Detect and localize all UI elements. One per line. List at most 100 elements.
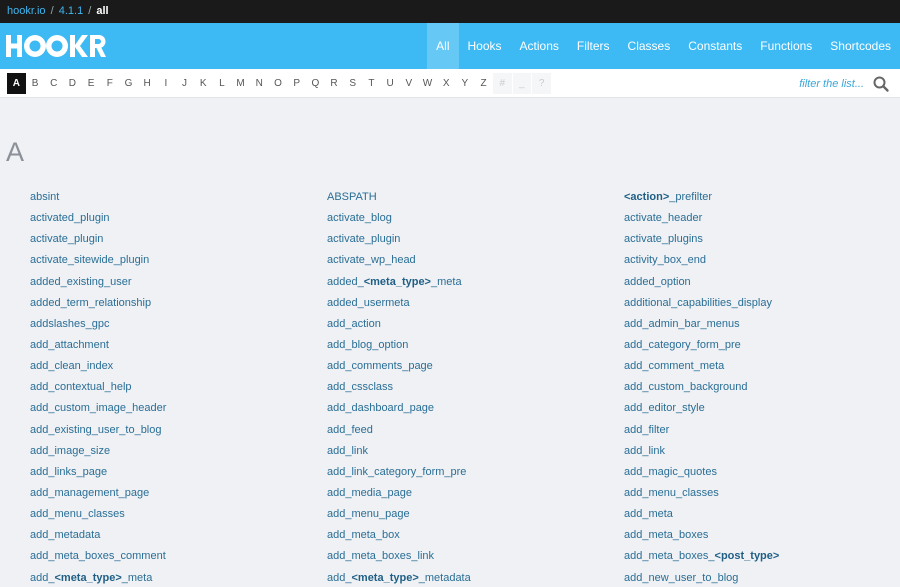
list-item[interactable]: added_usermeta	[327, 293, 607, 314]
nav-tab-constants[interactable]: Constants	[679, 23, 751, 69]
letter-l[interactable]: L	[213, 73, 232, 94]
letter-n[interactable]: N	[250, 73, 269, 94]
list-item[interactable]: add_management_page	[30, 483, 310, 504]
list-item[interactable]: add_comment_meta	[624, 356, 900, 377]
list-item[interactable]: additional_capabilities_display	[624, 293, 900, 314]
list-item[interactable]: add_meta_boxes_link	[327, 546, 607, 567]
letter-a[interactable]: A	[7, 73, 26, 94]
list-item-placeholder: <action>	[624, 191, 670, 203]
list-item[interactable]: add_cssclass	[327, 377, 607, 398]
list-item[interactable]: add_contextual_help	[30, 377, 310, 398]
letter-c[interactable]: C	[44, 73, 63, 94]
letter-underscore[interactable]: _	[512, 73, 532, 94]
list-item[interactable]: add_blog_option	[327, 335, 607, 356]
list-item[interactable]: add_clean_index	[30, 356, 310, 377]
list-item[interactable]: added_term_relationship	[30, 293, 310, 314]
list-item[interactable]: add_<meta_type>_meta	[30, 568, 310, 587]
list-item[interactable]: add_feed	[327, 420, 607, 441]
list-item[interactable]: added_<meta_type>_meta	[327, 272, 607, 293]
list-item[interactable]: add_link	[327, 441, 607, 462]
letter-w[interactable]: W	[418, 73, 437, 94]
list-item[interactable]: add_link	[624, 441, 900, 462]
letter-hash[interactable]: #	[492, 73, 512, 94]
list-item[interactable]: add_meta	[624, 504, 900, 525]
list-item[interactable]: activate_wp_head	[327, 250, 607, 271]
letter-x[interactable]: X	[437, 73, 456, 94]
list-item[interactable]: add_comments_page	[327, 356, 607, 377]
nav-tab-all[interactable]: All	[427, 23, 459, 69]
list-item[interactable]: absint	[30, 187, 310, 208]
list-item[interactable]: <action>_prefilter	[624, 187, 900, 208]
letter-d[interactable]: D	[63, 73, 82, 94]
letter-o[interactable]: O	[269, 73, 288, 94]
list-item[interactable]: addslashes_gpc	[30, 314, 310, 335]
nav-tab-shortcodes[interactable]: Shortcodes	[821, 23, 900, 69]
letter-v[interactable]: V	[399, 73, 418, 94]
list-item[interactable]: add_category_form_pre	[624, 335, 900, 356]
list-item[interactable]: add_media_page	[327, 483, 607, 504]
letter-e[interactable]: E	[82, 73, 101, 94]
list-item[interactable]: activated_plugin	[30, 208, 310, 229]
list-item[interactable]: add_metadata	[30, 525, 310, 546]
letter-g[interactable]: G	[119, 73, 138, 94]
search-icon[interactable]	[872, 75, 890, 93]
list-item-suffix: _meta	[430, 275, 462, 288]
letter-s[interactable]: S	[343, 73, 362, 94]
list-item[interactable]: add_link_category_form_pre	[327, 462, 607, 483]
list-item[interactable]: added_existing_user	[30, 272, 310, 293]
list-item[interactable]: add_admin_bar_menus	[624, 314, 900, 335]
nav-tab-filters[interactable]: Filters	[568, 23, 619, 69]
letter-j[interactable]: J	[175, 73, 194, 94]
list-item[interactable]: add_meta_boxes_<post_type>	[624, 546, 900, 567]
list-item[interactable]: add_meta_box	[327, 525, 607, 546]
letter-i[interactable]: I	[157, 73, 176, 94]
letter-b[interactable]: B	[26, 73, 45, 94]
list-item[interactable]: add_filter	[624, 420, 900, 441]
breadcrumb-version-link[interactable]: 4.1.1	[59, 5, 83, 17]
list-item[interactable]: add_dashboard_page	[327, 398, 607, 419]
list-item[interactable]: add_image_size	[30, 441, 310, 462]
letter-y[interactable]: Y	[456, 73, 475, 94]
letter-z[interactable]: Z	[474, 73, 493, 94]
letter-q[interactable]: Q	[306, 73, 325, 94]
list-item[interactable]: add_magic_quotes	[624, 462, 900, 483]
nav-tab-hooks[interactable]: Hooks	[459, 23, 511, 69]
list-item[interactable]: add_<meta_type>_metadata	[327, 568, 607, 587]
list-item[interactable]: activate_plugins	[624, 229, 900, 250]
list-item[interactable]: add_existing_user_to_blog	[30, 420, 310, 441]
letter-question[interactable]: ?	[532, 73, 551, 94]
letter-f[interactable]: F	[100, 73, 119, 94]
list-item[interactable]: add_custom_image_header	[30, 398, 310, 419]
nav-tab-classes[interactable]: Classes	[619, 23, 680, 69]
list-item[interactable]: ABSPATH	[327, 187, 607, 208]
letter-r[interactable]: R	[325, 73, 344, 94]
list-item[interactable]: add_meta_boxes	[624, 525, 900, 546]
breadcrumb-site-link[interactable]: hookr.io	[7, 5, 46, 17]
list-item[interactable]: add_action	[327, 314, 607, 335]
letter-u[interactable]: U	[381, 73, 400, 94]
list-item[interactable]: add_new_user_to_blog	[624, 568, 900, 587]
nav-tab-actions[interactable]: Actions	[511, 23, 568, 69]
list-item[interactable]: add_custom_background	[624, 377, 900, 398]
list-item[interactable]: add_links_page	[30, 462, 310, 483]
letter-p[interactable]: P	[287, 73, 306, 94]
nav-tab-functions[interactable]: Functions	[751, 23, 821, 69]
list-item[interactable]: add_editor_style	[624, 398, 900, 419]
letter-h[interactable]: H	[138, 73, 157, 94]
letter-k[interactable]: K	[194, 73, 213, 94]
letter-m[interactable]: M	[231, 73, 250, 94]
list-item[interactable]: add_menu_classes	[624, 483, 900, 504]
list-item[interactable]: activate_header	[624, 208, 900, 229]
letter-t[interactable]: T	[362, 73, 381, 94]
list-item[interactable]: add_menu_classes	[30, 504, 310, 525]
list-item[interactable]: activate_blog	[327, 208, 607, 229]
filter-input[interactable]	[780, 74, 864, 94]
list-item[interactable]: added_option	[624, 272, 900, 293]
list-item[interactable]: activity_box_end	[624, 250, 900, 271]
list-item[interactable]: add_attachment	[30, 335, 310, 356]
list-item[interactable]: activate_plugin	[327, 229, 607, 250]
list-item[interactable]: add_meta_boxes_comment	[30, 546, 310, 567]
list-item[interactable]: activate_sitewide_plugin	[30, 250, 310, 271]
list-item[interactable]: add_menu_page	[327, 504, 607, 525]
list-item[interactable]: activate_plugin	[30, 229, 310, 250]
